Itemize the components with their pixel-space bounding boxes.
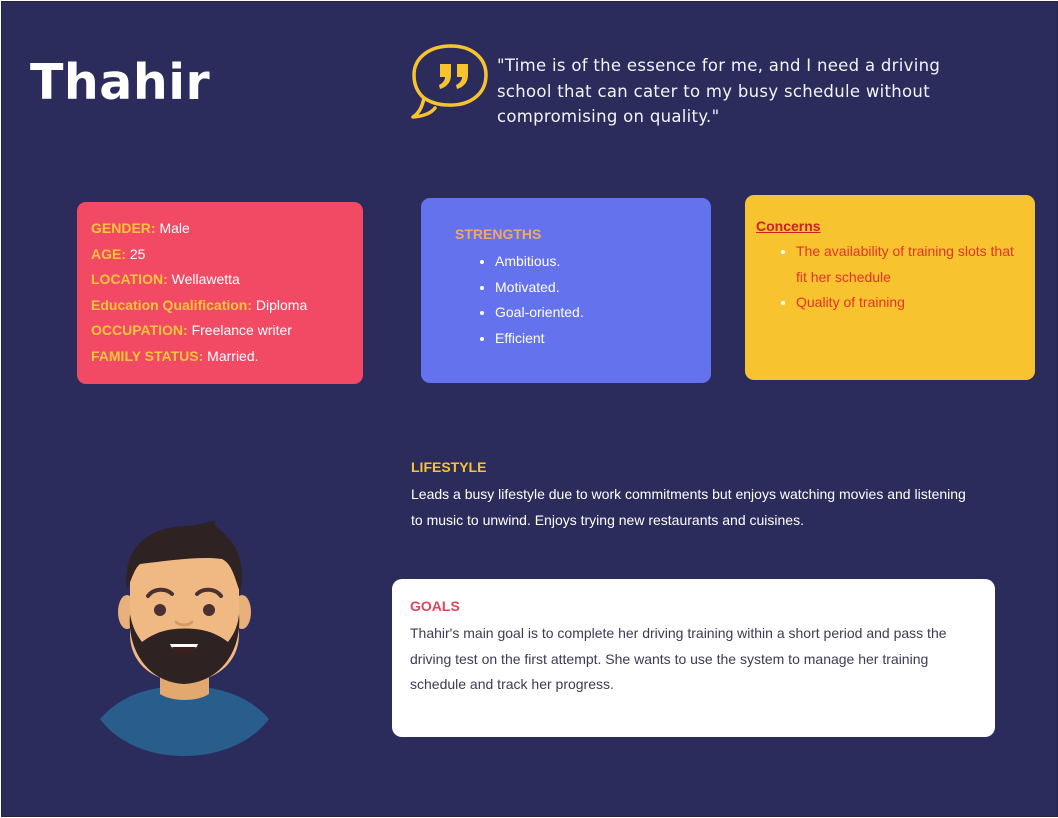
list-item: Quality of training — [796, 290, 1024, 316]
speech-bubble-quote-icon — [411, 44, 488, 119]
info-row-family-status: FAMILY STATUS: Married. — [91, 347, 259, 364]
concerns-list: The availability of training slots that … — [756, 239, 1024, 316]
goals-card: GOALS Thahir's main goal is to complete … — [392, 579, 995, 737]
info-row-location: LOCATION: Wellawetta — [91, 271, 240, 287]
concerns-card: Concerns The availability of training sl… — [745, 195, 1035, 380]
list-item: Efficient — [495, 326, 711, 352]
concerns-heading: Concerns — [756, 218, 821, 234]
lifestyle-text: Leads a busy lifestyle due to work commi… — [411, 486, 966, 528]
persona-canvas: Thahir "Time is of the essence for me, a… — [1, 1, 1058, 817]
info-row-occupation: OCCUPATION: Freelance writer — [91, 322, 292, 338]
info-row-age: AGE: 25 — [91, 245, 146, 262]
persona-quote: "Time is of the essence for me, and I ne… — [497, 56, 941, 126]
bearded-man-avatar — [100, 521, 269, 756]
strengths-card: STRENGTHS Ambitious. Motivated. Goal-ori… — [421, 198, 711, 383]
list-item: Ambitious. — [495, 249, 711, 275]
strengths-list: Ambitious. Motivated. Goal-oriented. Eff… — [455, 249, 711, 351]
list-item: Motivated. — [495, 275, 711, 301]
demographics-card: GENDER: Male AGE: 25 LOCATION: Wellawett… — [77, 202, 363, 384]
strengths-heading: STRENGTHS — [455, 226, 542, 242]
info-row-gender: GENDER: Male — [91, 220, 190, 236]
goals-heading: GOALS — [410, 598, 460, 614]
persona-name: Thahir — [30, 54, 211, 111]
lifestyle-section: LIFESTYLE Leads a busy lifestyle due to … — [411, 458, 981, 533]
list-item: Goal-oriented. — [495, 300, 711, 326]
lifestyle-heading: LIFESTYLE — [411, 459, 487, 475]
goals-text: Thahir's main goal is to complete her dr… — [410, 625, 947, 692]
info-row-education: Education Qualification: Diploma — [91, 296, 308, 313]
list-item: The availability of training slots that … — [796, 239, 1024, 290]
